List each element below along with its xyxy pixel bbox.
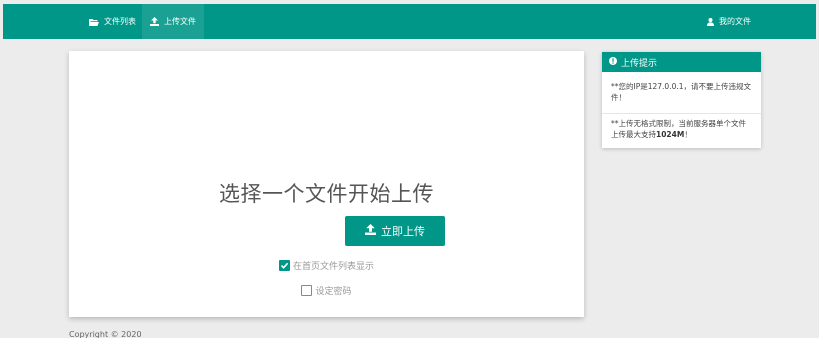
upload-icon <box>150 17 159 26</box>
set-password-option: 设定密码 <box>69 284 584 297</box>
upload-icon <box>365 224 376 238</box>
upload-panel: 选择一个文件开始上传 立即上传 在首页文件列表显示 设定密码 <box>69 51 584 317</box>
tip-size-limit-value: 1024M <box>656 130 685 139</box>
set-password-checkbox[interactable] <box>301 285 313 296</box>
show-on-home-option: 在首页文件列表显示 <box>69 259 584 272</box>
tip-size-limit-suffix: ！ <box>684 130 692 139</box>
nav-file-list-label: 文件列表 <box>104 17 136 26</box>
show-on-home-label[interactable]: 在首页文件列表显示 <box>293 259 374 272</box>
show-on-home-checkbox[interactable] <box>278 260 290 271</box>
info-circle-icon <box>609 56 617 68</box>
tips-header-label: 上传提示 <box>621 58 658 69</box>
tip-size-limit: **上传无格式限制，当前服务器单个文件上传最大支持1024M！ <box>602 118 761 140</box>
nav-upload-file[interactable]: 上传文件 <box>142 4 204 39</box>
nav-my-files-label: 我的文件 <box>719 17 751 26</box>
tips-header: 上传提示 <box>602 52 761 72</box>
upload-tips-panel: 上传提示 **您的IP是127.0.0.1，请不要上传违规文件！ **上传无格式… <box>602 52 761 148</box>
nav-file-list[interactable]: 文件列表 <box>81 4 144 39</box>
nav-my-files[interactable]: 我的文件 <box>699 4 759 39</box>
user-icon <box>707 17 714 26</box>
nav-upload-file-label: 上传文件 <box>164 17 196 26</box>
check-icon <box>280 262 289 269</box>
folder-open-icon <box>89 18 99 26</box>
upload-title: 选择一个文件开始上传 <box>219 182 434 206</box>
tip-ip-warning: **您的IP是127.0.0.1，请不要上传违规文件！ <box>611 82 752 102</box>
top-navbar: 文件列表 上传文件 我的文件 <box>3 4 816 39</box>
upload-now-button[interactable]: 立即上传 <box>345 216 445 246</box>
set-password-label[interactable]: 设定密码 <box>315 284 351 297</box>
tips-divider <box>602 113 761 114</box>
upload-now-label: 立即上传 <box>381 225 425 238</box>
copyright-text: Copyright © 2020 <box>69 330 142 338</box>
